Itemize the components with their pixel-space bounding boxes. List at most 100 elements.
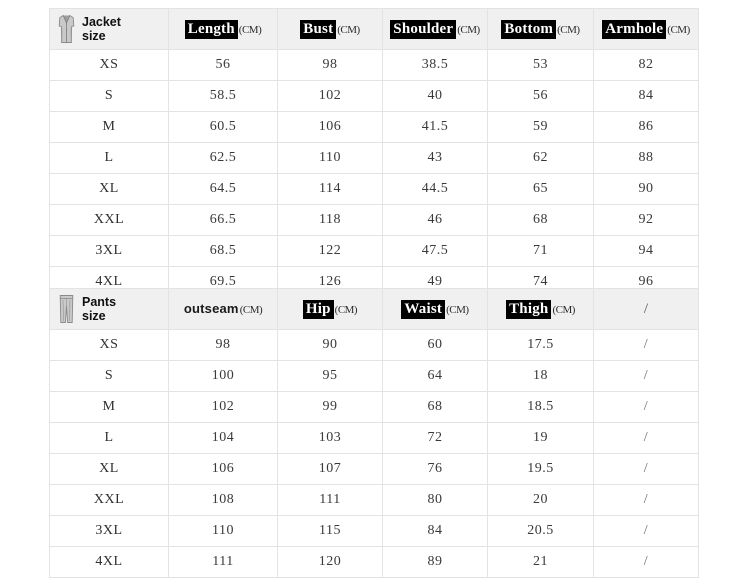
pants-cell-outseam: 108	[168, 484, 278, 516]
table-row: XXL 66.5 118 46 68 92	[49, 204, 699, 236]
jacket-cell-shoulder: 38.5	[382, 49, 488, 81]
pants-cell-thigh: 18	[487, 360, 594, 392]
pants-header-hip-label: Hip	[302, 300, 334, 319]
jacket-cell-bottom: 65	[487, 173, 594, 205]
jacket-cell-bust: 98	[277, 49, 383, 81]
jacket-row-size: L	[49, 142, 169, 174]
pants-table-body: XS 98 90 60 17.5 / S 100 95 64 18 / M 10…	[49, 329, 699, 578]
jacket-cell-shoulder: 44.5	[382, 173, 488, 205]
pants-cell-thigh: 18.5	[487, 391, 594, 423]
table-row: XS 56 98 38.5 53 82	[49, 49, 699, 81]
jacket-cell-armhole: 84	[593, 80, 699, 112]
size-chart-page: Jacket size Length (CM) Bust (CM) Should…	[0, 0, 750, 578]
pants-cell-thigh: 19	[487, 422, 594, 454]
jacket-cell-armhole: 92	[593, 204, 699, 236]
jacket-cell-shoulder: 40	[382, 80, 488, 112]
jacket-row-size: XS	[49, 49, 169, 81]
jacket-header-shoulder-unit: (CM)	[457, 24, 480, 36]
pants-header-thigh-label: Thigh	[506, 300, 552, 319]
table-row: XXL 108 111 80 20 /	[49, 484, 699, 516]
jacket-cell-length: 64.5	[168, 173, 278, 205]
pants-cell-waist: 72	[382, 422, 488, 454]
pants-cell-outseam: 100	[168, 360, 278, 392]
jacket-header-bottom-label: Bottom	[501, 20, 557, 39]
pants-row-size: L	[49, 422, 169, 454]
pants-trousers-icon	[59, 295, 74, 323]
jacket-cell-armhole: 86	[593, 111, 699, 143]
pants-cell-thigh: 21	[487, 546, 594, 578]
pants-header-thigh-unit: (CM)	[552, 304, 575, 316]
jacket-header-armhole-unit: (CM)	[667, 24, 690, 36]
jacket-cell-shoulder: 41.5	[382, 111, 488, 143]
jacket-cell-shoulder: 47.5	[382, 235, 488, 267]
pants-column-header-thigh: Thigh (CM)	[487, 288, 594, 330]
pants-cell-empty: /	[593, 546, 699, 578]
jacket-category-line1: Jacket	[82, 15, 121, 29]
jacket-vest-icon	[58, 14, 75, 43]
pants-cell-outseam: 104	[168, 422, 278, 454]
pants-header-outseam-label: outseam	[183, 301, 239, 316]
table-row: M 102 99 68 18.5 /	[49, 391, 699, 423]
pants-cell-hip: 111	[277, 484, 383, 516]
pants-cell-outseam: 111	[168, 546, 278, 578]
pants-row-size: M	[49, 391, 169, 423]
pants-column-header-outseam: outseam(CM)	[168, 288, 278, 330]
pants-header-hip-unit: (CM)	[334, 304, 358, 316]
table-row: XL 64.5 114 44.5 65 90	[49, 173, 699, 205]
jacket-header-length-label: Length	[184, 20, 238, 39]
pants-cell-empty: /	[593, 360, 699, 392]
pants-cell-empty: /	[593, 329, 699, 361]
jacket-table-body: XS 56 98 38.5 53 82 S 58.5 102 40 56 84 …	[49, 49, 699, 298]
table-row: M 60.5 106 41.5 59 86	[49, 111, 699, 143]
pants-cell-waist: 80	[382, 484, 488, 516]
jacket-column-header-bust: Bust (CM)	[277, 8, 383, 50]
jacket-cell-bottom: 71	[487, 235, 594, 267]
pants-cell-thigh: 20	[487, 484, 594, 516]
jacket-column-header-length: Length (CM)	[168, 8, 278, 50]
pants-category-line1: Pants	[82, 295, 117, 309]
pants-category-line2: size	[82, 309, 106, 323]
jacket-cell-length: 58.5	[168, 80, 278, 112]
pants-cell-hip: 120	[277, 546, 383, 578]
jacket-cell-bust: 122	[277, 235, 383, 267]
jacket-cell-armhole: 88	[593, 142, 699, 174]
jacket-cell-armhole: 90	[593, 173, 699, 205]
pants-cell-thigh: 20.5	[487, 515, 594, 547]
jacket-cell-bottom: 56	[487, 80, 594, 112]
pants-row-size: XXL	[49, 484, 169, 516]
pants-header-waist-unit: (CM)	[446, 304, 469, 316]
pants-cell-hip: 103	[277, 422, 383, 454]
jacket-header-armhole-label: Armhole	[602, 20, 667, 39]
pants-category-label: Pants size	[82, 295, 116, 323]
pants-category-header: Pants size	[49, 288, 169, 330]
jacket-cell-armhole: 94	[593, 235, 699, 267]
pants-cell-thigh: 19.5	[487, 453, 594, 485]
jacket-row-size: XXL	[49, 204, 169, 236]
jacket-cell-length: 66.5	[168, 204, 278, 236]
jacket-size-table: Jacket size Length (CM) Bust (CM) Should…	[49, 8, 699, 298]
pants-cell-waist: 89	[382, 546, 488, 578]
pants-column-header-waist: Waist (CM)	[382, 288, 488, 330]
pants-table-header: Pants size outseam(CM) Hip (CM) Waist (C…	[49, 288, 699, 330]
jacket-cell-bust: 110	[277, 142, 383, 174]
pants-header-row: Pants size outseam(CM) Hip (CM) Waist (C…	[49, 288, 699, 330]
pants-cell-waist: 68	[382, 391, 488, 423]
pants-column-header-empty: /	[593, 288, 699, 330]
table-row: XS 98 90 60 17.5 /	[49, 329, 699, 361]
jacket-cell-bottom: 68	[487, 204, 594, 236]
jacket-cell-length: 60.5	[168, 111, 278, 143]
pants-row-size: XL	[49, 453, 169, 485]
pants-cell-outseam: 102	[168, 391, 278, 423]
pants-header-outseam-unit: (CM)	[239, 304, 263, 316]
pants-row-size: 3XL	[49, 515, 169, 547]
pants-cell-outseam: 110	[168, 515, 278, 547]
jacket-cell-shoulder: 43	[382, 142, 488, 174]
jacket-header-bottom-unit: (CM)	[557, 24, 580, 36]
pants-cell-waist: 64	[382, 360, 488, 392]
pants-cell-hip: 90	[277, 329, 383, 361]
table-row: XL 106 107 76 19.5 /	[49, 453, 699, 485]
jacket-category-line2: size	[82, 29, 106, 43]
jacket-cell-length: 62.5	[168, 142, 278, 174]
jacket-header-bust-label: Bust	[300, 20, 337, 39]
jacket-cell-shoulder: 46	[382, 204, 488, 236]
